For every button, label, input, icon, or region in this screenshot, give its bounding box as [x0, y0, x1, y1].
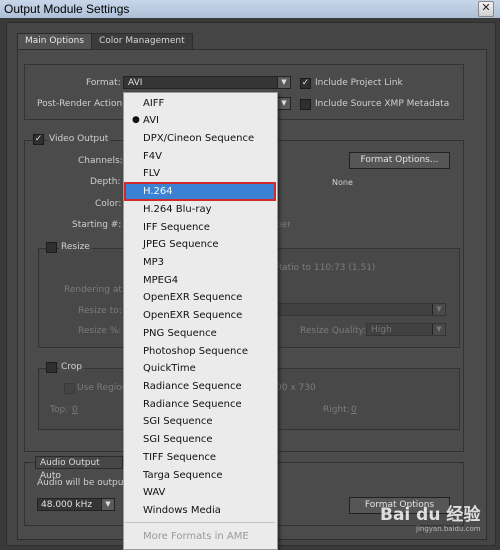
post-render-select[interactable]: ▼ — [276, 97, 291, 110]
menu-item-aiff[interactable]: AIFF — [125, 95, 275, 112]
chevron-down-icon: ▼ — [277, 98, 290, 109]
crop-dimensions-text: 00 x 730 — [276, 383, 316, 393]
resize-label: Resize — [59, 242, 92, 252]
tab-main-options[interactable]: Main Options — [17, 33, 93, 49]
resize-to-select[interactable]: ▼ — [276, 303, 446, 316]
menu-item-tiff-sequence[interactable]: TIFF Sequence — [125, 449, 275, 466]
menu-item-f4v[interactable]: F4V — [125, 148, 275, 165]
crop-right-label: Right: — [323, 405, 350, 415]
menu-item-openexr-sequence[interactable]: OpenEXR Sequence — [125, 307, 275, 324]
menu-item-dpx-cineon[interactable]: DPX/Cineon Sequence — [125, 130, 275, 147]
menu-item-iff-sequence[interactable]: IFF Sequence — [125, 219, 275, 236]
video-output-checkbox[interactable]: ✓ — [33, 134, 44, 145]
chevron-down-icon: ▼ — [277, 77, 290, 88]
include-xmp-checkbox[interactable] — [300, 99, 311, 110]
audio-output-select[interactable]: Audio Output Auto — [35, 456, 123, 481]
menu-separator — [125, 522, 275, 523]
depth-label: Depth: — [90, 177, 121, 187]
resize-checkbox[interactable] — [46, 242, 57, 253]
none-text: None — [332, 178, 353, 187]
format-dropdown-menu: AIFF ● AVI DPX/Cineon Sequence F4V FLV H.… — [123, 92, 278, 550]
menu-item-png-sequence[interactable]: PNG Sequence — [125, 325, 275, 342]
chevron-down-icon: ▼ — [432, 324, 445, 335]
resize-quality-value: High — [371, 325, 392, 335]
tab-color-management[interactable]: Color Management — [91, 33, 193, 49]
use-region-label: Use Region — [77, 383, 128, 393]
close-icon: ✕ — [481, 2, 491, 14]
menu-item-jpeg-sequence[interactable]: JPEG Sequence — [125, 236, 275, 253]
channels-label: Channels: — [78, 156, 123, 166]
menu-item-h264-bluray[interactable]: H.264 Blu-ray — [125, 201, 275, 218]
chevron-down-icon: ▼ — [101, 499, 114, 510]
menu-item-radiance-sequence[interactable]: Radiance Sequence — [125, 396, 275, 413]
checked-bullet-icon: ● — [132, 115, 140, 125]
window-title: Output Module Settings — [4, 2, 130, 16]
crop-checkbox[interactable] — [46, 362, 57, 373]
close-button[interactable]: ✕ — [478, 1, 494, 17]
menu-item-mpeg4[interactable]: MPEG4 — [125, 272, 275, 289]
menu-item-openexr-sequence[interactable]: OpenEXR Sequence — [125, 289, 275, 306]
crop-right-value[interactable]: 0 — [351, 405, 357, 415]
rendering-at-label: Rendering at: — [64, 285, 125, 295]
menu-item-flv[interactable]: FLV — [125, 165, 275, 182]
crop-top-value[interactable]: 0 — [72, 405, 78, 415]
tab-main-options-label: Main Options — [25, 36, 85, 46]
include-xmp-label: Include Source XMP Metadata — [315, 99, 450, 109]
starting-label: Starting #: — [72, 220, 122, 230]
format-options-label: Format Options... — [360, 155, 439, 165]
color-label: Color: — [95, 199, 122, 209]
chevron-down-icon: ▼ — [432, 304, 445, 315]
partial-per-text: per — [276, 220, 291, 230]
include-project-link-checkbox[interactable]: ✓ — [300, 78, 311, 89]
audio-rate-select[interactable]: 48.000 kHz ▼ — [37, 498, 115, 511]
menu-item-avi[interactable]: ● AVI — [125, 112, 275, 129]
format-select[interactable]: AVI ▼ — [123, 76, 291, 89]
post-render-label: Post-Render Action: — [37, 99, 126, 109]
resize-quality-select[interactable]: High ▼ — [366, 323, 446, 336]
ratio-text: Ratio to 110:73 (1.51) — [276, 263, 376, 273]
use-region-checkbox[interactable] — [64, 383, 75, 394]
title-bar: Output Module Settings ✕ — [0, 0, 500, 18]
menu-item-windows-media[interactable]: Windows Media — [125, 502, 275, 519]
video-output-label: Video Output — [47, 134, 111, 144]
include-project-link-label: Include Project Link — [315, 78, 403, 88]
menu-item-targa-sequence[interactable]: Targa Sequence — [125, 467, 275, 484]
audio-will-be-text: Audio will be output o — [37, 478, 136, 488]
menu-item-sgi-sequence[interactable]: SGI Sequence — [125, 431, 275, 448]
menu-item-radiance-sequence[interactable]: Radiance Sequence — [125, 378, 275, 395]
resize-to-label: Resize to: — [78, 306, 122, 316]
resize-quality-label: Resize Quality: — [300, 326, 367, 336]
crop-label: Crop — [59, 362, 85, 372]
format-select-value: AVI — [128, 78, 143, 88]
crop-top-label: Top: — [50, 405, 69, 415]
format-options-button[interactable]: Format Options... — [349, 152, 450, 169]
menu-item-photoshop-sequence[interactable]: Photoshop Sequence — [125, 343, 275, 360]
watermark-text: Bai du 经验 — [380, 505, 481, 525]
menu-item-quicktime[interactable]: QuickTime — [125, 360, 275, 377]
menu-item-more-formats: More Formats in AME — [143, 531, 249, 542]
audio-rate-value: 48.000 kHz — [41, 500, 93, 510]
format-label: Format: — [86, 78, 121, 88]
resize-pct-label: Resize %: — [78, 326, 122, 336]
tab-color-management-label: Color Management — [99, 36, 185, 46]
menu-item-mp3[interactable]: MP3 — [125, 254, 275, 271]
menu-item-h264[interactable]: H.264 — [124, 182, 276, 201]
watermark-subtext: jingyan.baidu.com — [416, 525, 481, 533]
menu-item-wav[interactable]: WAV — [125, 484, 275, 501]
menu-item-sgi-sequence[interactable]: SGI Sequence — [125, 413, 275, 430]
